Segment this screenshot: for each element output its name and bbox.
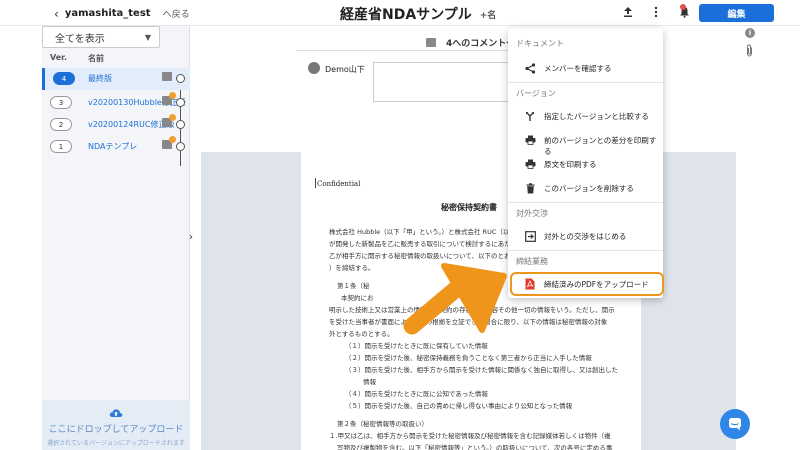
version-row[interactable]: 3 v20200130Hubble修正版 [42, 92, 190, 114]
column-header-ver: Ver. [50, 53, 68, 62]
comment-icon [162, 136, 176, 149]
menu-item-print-diff[interactable]: 前のバージョンとの差分を印刷する [508, 130, 663, 156]
paragraph-line: 外とするものとする。 [329, 330, 394, 338]
paragraph-line: 写物及び複製物を含む。以下「秘密情報等」という。）の取扱いについて、次の各号に定… [337, 444, 613, 450]
menu-divider [508, 82, 663, 83]
pdf-file-icon [524, 278, 536, 290]
document-title: 経産省NDAサンプル [340, 7, 472, 23]
document-actions-menu: ドキュメント メンバーを確認する バージョン 指定したバージョンと比較する 前の… [508, 28, 664, 298]
comment-badge [169, 114, 176, 121]
version-node [176, 120, 185, 129]
comment-icon [162, 92, 176, 105]
top-bar: ‹ yamashita_test へ戻る 経産省NDAサンプル +名 編集 [0, 0, 800, 26]
confidential-label: Confidential [317, 180, 361, 188]
comment-badge [169, 136, 176, 143]
attachment-icon[interactable] [745, 44, 754, 60]
version-filter-select[interactable]: 全てを表示 ▼ [42, 26, 160, 48]
version-node [176, 74, 185, 83]
back-link[interactable]: ‹ yamashita_test へ戻る [54, 6, 190, 21]
menu-item-print-original[interactable]: 原文を印刷する [508, 154, 663, 174]
comment-badge [169, 92, 176, 99]
paragraph-line: 株式会社 Hubble（以下「甲」という。）と株式会社 RUC（以下 [329, 228, 516, 236]
menu-section-document: ドキュメント [516, 39, 564, 48]
version-number-badge: 4 [53, 72, 75, 85]
paragraph-line: 本契約にお [341, 294, 374, 302]
version-number-badge: 3 [50, 96, 72, 109]
notification-badge [680, 4, 686, 10]
menu-item-share-members[interactable]: メンバーを確認する [508, 58, 663, 78]
print-icon [524, 158, 536, 170]
upload-drop-zone[interactable]: ここにドロップしてアップロード 選択されているバージョンにアップロードされます [42, 400, 190, 450]
margin-marker [315, 178, 316, 188]
menu-item-label: このバージョンを削除する [544, 184, 634, 193]
paragraph-line: 第１条（秘 [337, 282, 370, 290]
paragraph-line: （３）開示を受けた後、相手方から開示を受けた情報に関係なく独自に取得し、又は創出… [345, 366, 618, 374]
version-sidebar: 全てを表示 ▼ Ver. 名前 4 最終版 3 v20200130Hubble修… [42, 26, 190, 450]
version-row[interactable]: 2 v20200124RUC修正版 [42, 114, 190, 136]
version-filter-value: 全てを表示 [55, 33, 105, 45]
menu-item-delete-version[interactable]: このバージョンを削除する [508, 178, 663, 198]
contract-title: 秘密保持契約書 [441, 203, 497, 212]
version-number-badge: 2 [50, 118, 72, 131]
comment-icon [426, 38, 436, 47]
version-node [176, 142, 185, 151]
version-number-badge: 1 [50, 140, 72, 153]
paragraph-line: （１）開示を受けたときに既に保有していた情報 [345, 342, 488, 350]
chat-icon [729, 418, 741, 431]
comment-user-name: Demo山下 [325, 65, 365, 74]
back-user-name: yamashita_test [64, 8, 151, 19]
menu-item-label: 対外との交渉をはじめる [544, 232, 627, 241]
menu-section-external: 対外交渉 [516, 209, 548, 218]
drop-zone-title: ここにドロップしてアップロード [48, 425, 184, 435]
back-label: へ戻る [162, 10, 190, 20]
paragraph-line: （４）開示を受けたときに既に公知であった情報 [345, 390, 488, 398]
paragraph-line: （５）開示を受けた後、自己の責めに帰し得ない事由により公知となった情報 [345, 402, 573, 410]
sidebar-toggle-icon[interactable]: › [189, 232, 193, 243]
menu-divider [508, 202, 663, 203]
version-node [176, 98, 185, 107]
menu-item-label: 原文を印刷する [544, 160, 597, 169]
drop-zone-subtitle: 選択されているバージョンにアップロードされます [47, 440, 185, 447]
chevron-left-icon: ‹ [54, 6, 59, 21]
pointer-arrow-icon [400, 248, 510, 341]
edit-button[interactable]: 編集 [699, 4, 774, 22]
version-row[interactable]: 4 最終版 [42, 68, 190, 90]
paragraph-line: 情報 [363, 378, 376, 386]
cloud-upload-icon [42, 408, 190, 420]
compare-icon [524, 110, 536, 122]
menu-item-label: 締結済みのPDFをアップロード [544, 280, 649, 289]
caret-down-icon: ▼ [144, 32, 151, 42]
version-row[interactable]: 1 NDAテンプレ [42, 136, 190, 158]
column-header-name: 名前 [88, 54, 104, 63]
upload-icon[interactable] [620, 4, 636, 20]
more-vert-icon[interactable] [648, 4, 664, 20]
document-title-area: 経産省NDAサンプル +名 [340, 4, 496, 24]
menu-divider [508, 250, 663, 251]
comment-icon [162, 72, 172, 81]
chat-support-button[interactable] [720, 409, 750, 439]
paragraph-line: １.甲又は乙は、相手方から開示を受けた秘密情報及び秘密情報を含む記録媒体若しくは… [329, 432, 611, 440]
paragraph-line: （２）開示を受けた後、秘密保持義務を負うことなく第三者から正当に入手した情報 [345, 354, 592, 362]
info-icon[interactable]: i [745, 28, 755, 38]
menu-item-label: 指定したバージョンと比較する [544, 112, 649, 121]
avatar [308, 62, 320, 74]
paragraph-line: が開発した新製品を乙に販売する取引について検討するにあたり [329, 240, 518, 248]
trash-icon [524, 182, 536, 194]
print-icon [524, 134, 536, 146]
share-members-icon[interactable]: +名 [480, 8, 497, 21]
menu-item-start-negotiation[interactable]: 対外との交渉をはじめる [508, 226, 663, 246]
menu-item-upload-signed-pdf[interactable]: 締結済みのPDFをアップロード [510, 272, 664, 296]
share-icon [524, 62, 536, 74]
menu-item-label: メンバーを確認する [544, 64, 612, 73]
version-name: 最終版 [88, 74, 112, 83]
comment-icon [162, 114, 176, 127]
paragraph-line: ）を締結する。 [329, 264, 375, 272]
exit-arrow-icon [524, 230, 536, 242]
menu-section-version: バージョン [516, 89, 556, 98]
menu-item-compare[interactable]: 指定したバージョンと比較する [508, 106, 663, 126]
version-name: NDAテンプレ [88, 142, 138, 151]
menu-section-contract: 締結業務 [516, 257, 548, 266]
paragraph-line: 第２条（秘密情報等の取扱い） [337, 420, 428, 428]
